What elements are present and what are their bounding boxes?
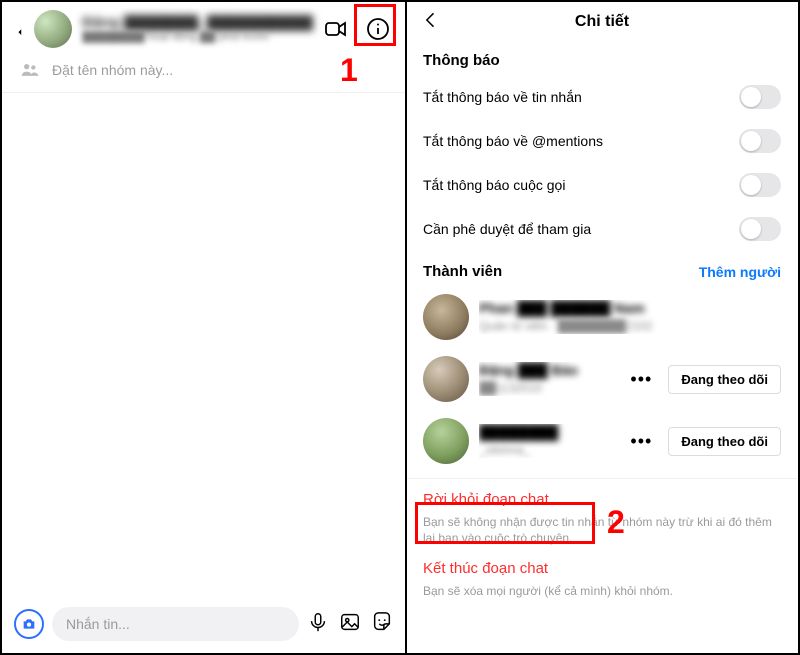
group-name-placeholder: Đặt tên nhóm này... xyxy=(52,62,173,78)
details-screen: Chi tiết Thông báo Tắt thông báo về tin … xyxy=(407,2,797,653)
back-icon[interactable] xyxy=(421,10,441,36)
group-icon xyxy=(20,60,40,80)
chat-title: Đặng ███████, ██████████ xyxy=(82,15,313,32)
mic-icon[interactable] xyxy=(307,611,329,638)
toggle-approve-join[interactable]: Cần phê duyệt để tham gia xyxy=(407,207,797,251)
callout-number-2: 2 xyxy=(607,504,625,541)
members-header: Thành viên Thêm người xyxy=(407,251,797,286)
more-icon[interactable]: ••• xyxy=(624,369,658,390)
avatar xyxy=(423,418,469,464)
avatar xyxy=(423,294,469,340)
members-title: Thành viên xyxy=(423,263,502,280)
sticker-icon[interactable] xyxy=(371,611,393,638)
member-row[interactable]: Đặng ███ Bảo ██1132010 ••• Đang theo dõi xyxy=(407,348,797,410)
end-chat-button[interactable]: Kết thúc đoạn chat xyxy=(407,556,797,581)
info-icon[interactable] xyxy=(365,16,391,42)
member-row[interactable]: ████████ _olishna_ ••• Đang theo dõi xyxy=(407,410,797,472)
add-member-button[interactable]: Thêm người xyxy=(699,264,781,280)
toggle-mute-calls[interactable]: Tắt thông báo cuộc gọi xyxy=(407,163,797,207)
chat-avatar[interactable] xyxy=(34,10,72,48)
follow-button[interactable]: Đang theo dõi xyxy=(668,365,781,394)
switch-off[interactable] xyxy=(739,173,781,197)
switch-off[interactable] xyxy=(739,85,781,109)
member-row[interactable]: Phan ███ ██████ Nam Quản trị viên · ████… xyxy=(407,286,797,348)
composer: Nhắn tin... xyxy=(2,601,405,647)
notifications-title: Thông báo xyxy=(407,42,797,75)
callout-number-1: 1 xyxy=(340,52,358,89)
camera-button[interactable] xyxy=(14,609,44,639)
avatar xyxy=(423,356,469,402)
details-header: Chi tiết xyxy=(407,2,797,42)
video-call-icon[interactable] xyxy=(323,16,349,42)
image-icon[interactable] xyxy=(339,611,361,638)
follow-button[interactable]: Đang theo dõi xyxy=(668,427,781,456)
back-icon[interactable] xyxy=(16,16,24,42)
message-input[interactable]: Nhắn tin... xyxy=(52,607,299,641)
end-chat-hint: Bạn sẽ xóa mọi người (kể cả mình) khỏi n… xyxy=(407,581,797,609)
switch-off[interactable] xyxy=(739,129,781,153)
toggle-mute-messages[interactable]: Tắt thông báo về tin nhắn xyxy=(407,75,797,119)
chat-header: Đặng ███████, ██████████ ████████ hoạt đ… xyxy=(2,2,405,50)
more-icon[interactable]: ••• xyxy=(624,431,658,452)
leave-chat-hint: Bạn sẽ không nhận được tin nhắn từ nhóm … xyxy=(407,512,797,556)
chat-screen: Đặng ███████, ██████████ ████████ hoạt đ… xyxy=(2,2,407,653)
leave-chat-button[interactable]: Rời khỏi đoạn chat xyxy=(407,479,797,512)
switch-off[interactable] xyxy=(739,217,781,241)
toggle-mute-mentions[interactable]: Tắt thông báo về @mentions xyxy=(407,119,797,163)
chat-subtitle: ████████ hoạt động ██ phút trước xyxy=(82,31,313,43)
chat-title-block[interactable]: Đặng ███████, ██████████ ████████ hoạt đ… xyxy=(82,15,313,44)
details-title: Chi tiết xyxy=(575,13,629,31)
